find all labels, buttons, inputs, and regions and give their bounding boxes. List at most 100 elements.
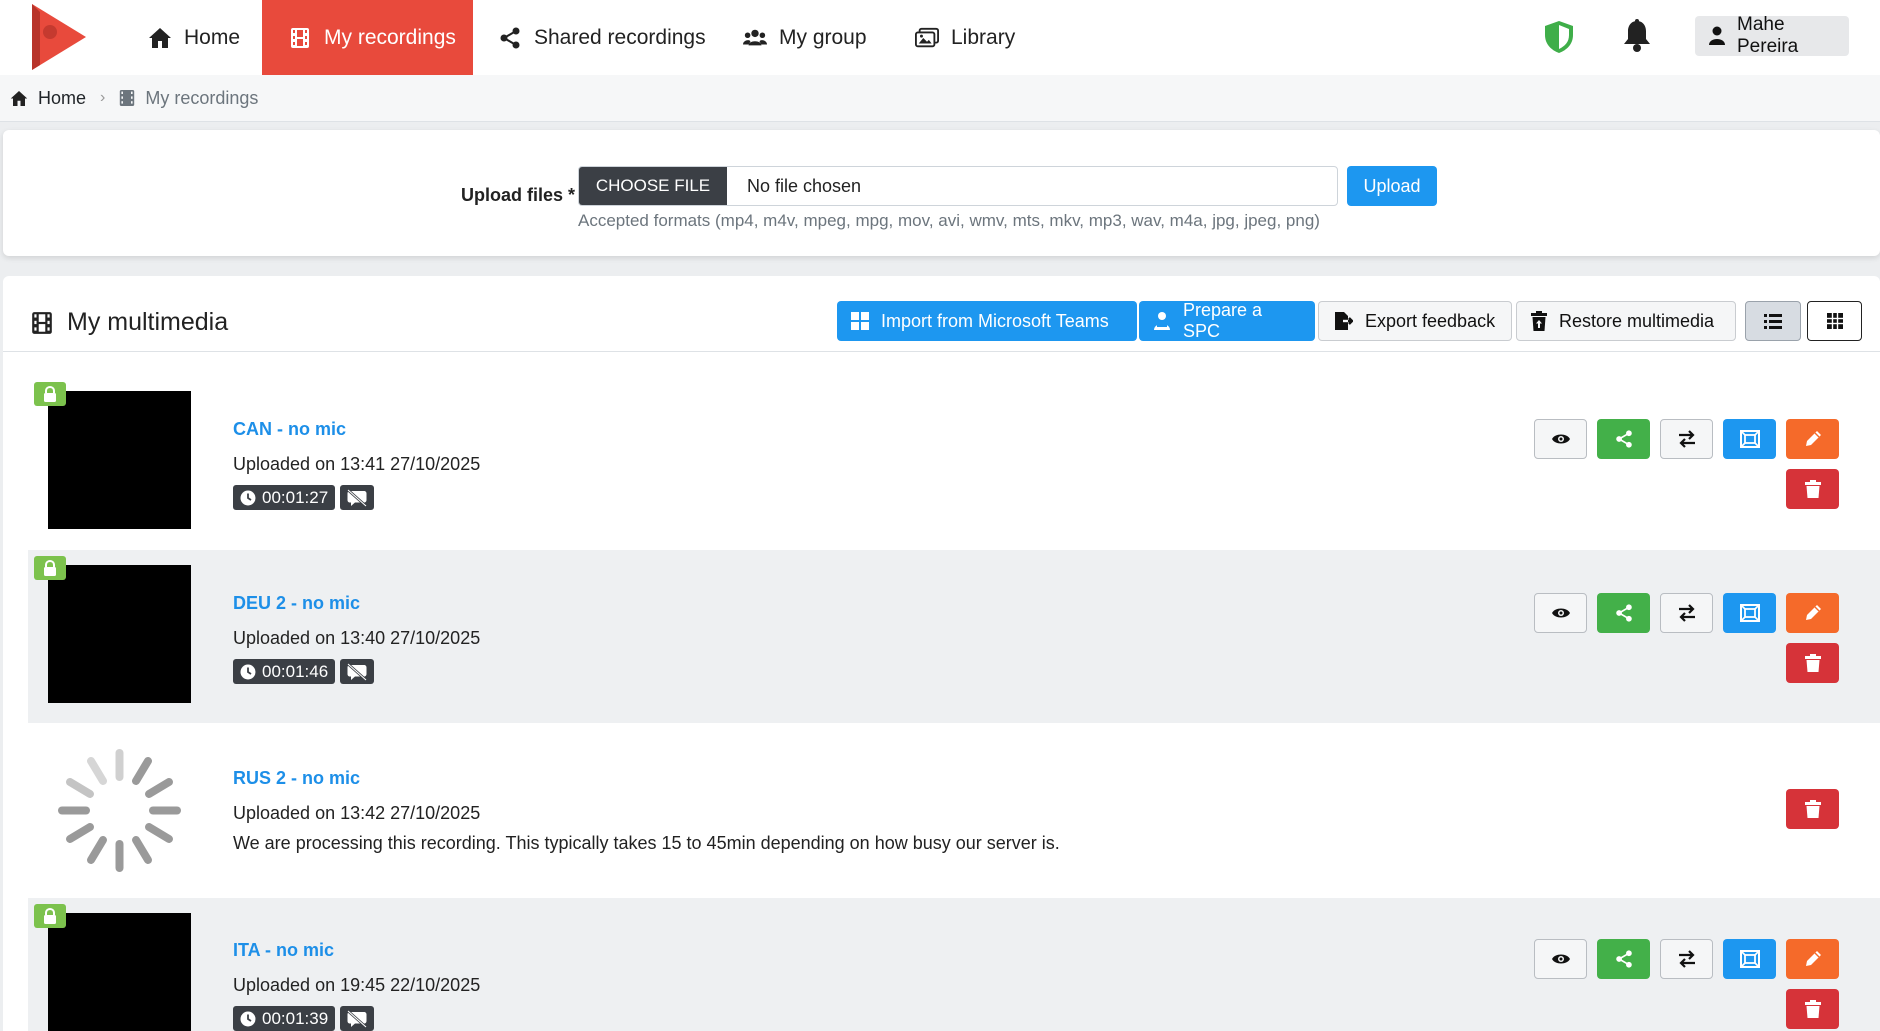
- frame-icon: [1739, 430, 1760, 448]
- bell-icon[interactable]: [1622, 19, 1652, 53]
- export-feedback-label: Export feedback: [1365, 310, 1496, 331]
- nav-library-label: Library: [951, 25, 1016, 49]
- edit-button[interactable]: [1786, 419, 1839, 459]
- nav-my-recordings[interactable]: My recordings: [262, 0, 473, 75]
- recording-title[interactable]: CAN - no mic: [233, 419, 346, 440]
- trash-icon: [1804, 654, 1821, 672]
- users-icon: [743, 26, 767, 50]
- nav-my-group[interactable]: My group: [743, 0, 867, 75]
- list-icon: [1764, 313, 1782, 329]
- file-input[interactable]: CHOOSE FILE No file chosen: [578, 166, 1338, 206]
- delete-button[interactable]: [1786, 469, 1839, 509]
- film-icon: [119, 89, 135, 107]
- trash-icon: [1804, 800, 1821, 818]
- recording-thumbnail[interactable]: [48, 565, 191, 703]
- list-view-button[interactable]: [1745, 301, 1801, 341]
- frame-icon: [1739, 604, 1760, 622]
- share-icon: [1615, 950, 1633, 968]
- nav-home[interactable]: Home: [148, 0, 240, 75]
- film-icon: [31, 311, 53, 335]
- upload-button[interactable]: Upload: [1347, 166, 1437, 206]
- duration-text: 00:01:27: [262, 487, 329, 507]
- images-icon: [915, 26, 939, 50]
- recording-title[interactable]: DEU 2 - no mic: [233, 593, 360, 614]
- recording-title[interactable]: RUS 2 - no mic: [233, 768, 360, 789]
- comment-slash-icon: [346, 1009, 368, 1028]
- restore-multimedia-button[interactable]: Restore multimedia: [1516, 301, 1736, 341]
- no-mic-badge: [340, 659, 375, 684]
- transfer-button[interactable]: [1660, 593, 1713, 633]
- share-button[interactable]: [1597, 419, 1650, 459]
- export-feedback-button[interactable]: Export feedback: [1318, 301, 1512, 341]
- duration-badge: 00:01:27: [233, 485, 336, 510]
- delete-button[interactable]: [1786, 643, 1839, 683]
- transfer-button[interactable]: [1660, 939, 1713, 979]
- exchange-icon: [1677, 430, 1697, 448]
- app-logo[interactable]: [28, 2, 88, 72]
- recording-upload-date: Uploaded on 13:40 27/10/2025: [233, 628, 481, 648]
- nav-shared-recordings[interactable]: Shared recordings: [498, 0, 706, 75]
- recording-badges: 00:01:39: [233, 1006, 375, 1031]
- edit-button[interactable]: [1786, 593, 1839, 633]
- recording-row: CAN - no mic Uploaded on 13:41 27/10/202…: [28, 376, 1880, 549]
- windows-icon: [851, 312, 869, 330]
- delete-button[interactable]: [1786, 789, 1839, 829]
- frame-button[interactable]: [1723, 939, 1776, 979]
- top-navbar: Home My recordings Shared recordings My …: [0, 0, 1880, 75]
- user-name: Mahe Pereira: [1737, 14, 1799, 57]
- clock-icon: [240, 1011, 256, 1027]
- lock-icon: [34, 904, 66, 928]
- no-mic-badge: [340, 485, 375, 510]
- user-menu-button[interactable]: Mahe Pereira: [1695, 14, 1849, 57]
- share-button[interactable]: [1597, 593, 1650, 633]
- comment-slash-icon: [346, 488, 368, 507]
- duration-text: 00:01:46: [262, 661, 329, 681]
- recording-title[interactable]: ITA - no mic: [233, 940, 334, 961]
- user-icon: [1709, 26, 1725, 46]
- nav-home-label: Home: [184, 25, 241, 49]
- pencil-icon: [1804, 604, 1822, 622]
- delete-button[interactable]: [1786, 989, 1839, 1029]
- view-button[interactable]: [1534, 593, 1587, 633]
- multimedia-title: My multimedia: [31, 308, 228, 337]
- recording-row: RUS 2 - no mic Uploaded on 13:42 27/10/2…: [28, 724, 1880, 897]
- breadcrumb-home[interactable]: Home: [10, 88, 86, 109]
- edit-button[interactable]: [1786, 939, 1839, 979]
- exchange-icon: [1677, 604, 1697, 622]
- nav-my-recordings-label: My recordings: [324, 25, 456, 49]
- share-icon: [1615, 604, 1633, 622]
- frame-button[interactable]: [1723, 419, 1776, 459]
- choose-file-button[interactable]: CHOOSE FILE: [579, 167, 727, 205]
- file-export-icon: [1333, 311, 1353, 331]
- duration-badge: 00:01:46: [233, 659, 336, 684]
- view-button[interactable]: [1534, 419, 1587, 459]
- view-button[interactable]: [1534, 939, 1587, 979]
- processing-note: We are processing this recording. This t…: [233, 833, 1060, 853]
- prepare-spc-button[interactable]: Prepare a SPC: [1139, 300, 1315, 341]
- pencil-icon: [1804, 950, 1822, 968]
- comment-slash-icon: [346, 662, 368, 681]
- nav-library[interactable]: Library: [915, 0, 1015, 75]
- exchange-icon: [1677, 950, 1697, 968]
- grid-view-button[interactable]: [1807, 301, 1862, 341]
- duration-text: 00:01:39: [262, 1008, 329, 1028]
- clock-icon: [240, 664, 256, 680]
- import-teams-button[interactable]: Import from Microsoft Teams: [837, 301, 1137, 341]
- multimedia-card: My multimedia Import from Microsoft Team…: [3, 276, 1880, 1031]
- recording-thumbnail[interactable]: [48, 391, 191, 529]
- share-button[interactable]: [1597, 939, 1650, 979]
- prepare-spc-label: Prepare a SPC: [1183, 300, 1263, 341]
- recording-thumbnail[interactable]: [48, 913, 191, 1031]
- lock-icon: [34, 382, 66, 406]
- restore-multimedia-label: Restore multimedia: [1559, 310, 1715, 331]
- transfer-button[interactable]: [1660, 419, 1713, 459]
- share-icon: [1615, 430, 1633, 448]
- import-teams-label: Import from Microsoft Teams: [881, 310, 1109, 331]
- recording-upload-date: Uploaded on 13:42 27/10/2025: [233, 803, 481, 823]
- recording-upload-date: Uploaded on 13:41 27/10/2025: [233, 454, 481, 474]
- eye-icon: [1551, 432, 1571, 446]
- shield-icon[interactable]: [1543, 20, 1575, 54]
- frame-button[interactable]: [1723, 593, 1776, 633]
- breadcrumb: Home › My recordings: [0, 75, 1880, 122]
- clock-icon: [240, 490, 256, 506]
